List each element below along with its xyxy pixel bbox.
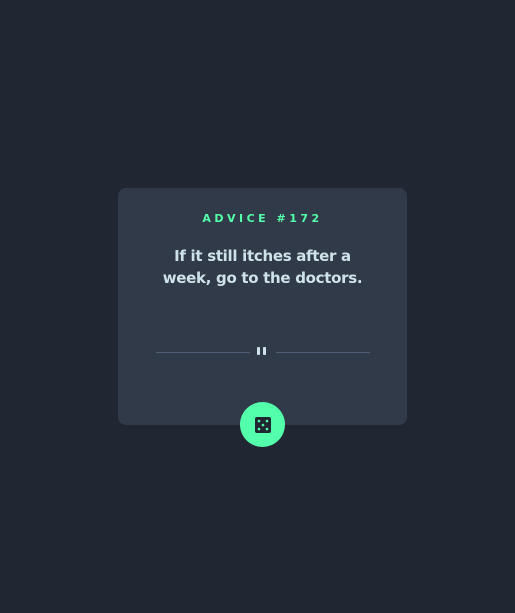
dice-icon (254, 416, 271, 433)
divider-line-right (276, 352, 370, 353)
advice-card: ADVICE #172 If it still itches after a w… (118, 188, 407, 425)
advice-id: ADVICE #172 (202, 212, 323, 225)
divider (156, 346, 370, 358)
advice-text: If it still itches after a week, go to t… (162, 247, 363, 287)
divider-line-left (156, 352, 250, 353)
pause-icon (257, 347, 267, 355)
new-advice-button[interactable] (240, 402, 285, 447)
